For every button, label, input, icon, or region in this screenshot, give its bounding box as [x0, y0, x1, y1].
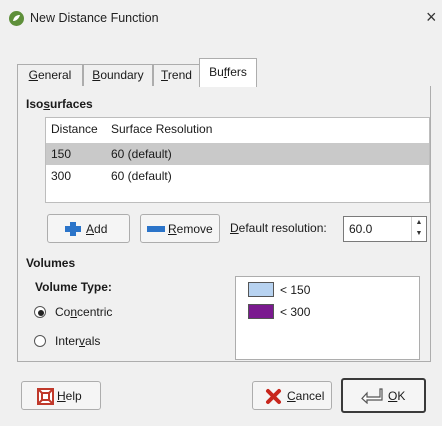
- tab-buffers-prefix: Bu: [209, 65, 224, 79]
- legend-swatch-150: [248, 282, 274, 297]
- volume-type-label: Volume Type:: [35, 280, 112, 294]
- default-resolution-spinbox[interactable]: 60.0 ▲ ▼: [343, 216, 427, 242]
- legend-swatch-300: [248, 304, 274, 319]
- tab-boundary-label: oundary: [100, 68, 144, 82]
- concentric-radio[interactable]: [34, 306, 46, 318]
- legend-label-300: < 300: [280, 305, 311, 319]
- resolution-cell: 60 (default): [111, 169, 172, 183]
- concentric-label[interactable]: Concentric: [55, 305, 112, 319]
- column-header-distance[interactable]: Distance: [51, 118, 98, 140]
- tab-general[interactable]: General: [17, 64, 83, 87]
- tab-trend-label: rend: [167, 68, 192, 82]
- remove-button[interactable]: Remove: [140, 214, 220, 243]
- minus-icon: [147, 226, 165, 232]
- app-leaf-icon: [9, 11, 24, 26]
- window-title: New Distance Function: [30, 11, 159, 25]
- add-button[interactable]: Add: [47, 214, 130, 243]
- distance-cell: 150: [51, 147, 72, 161]
- default-resolution-value[interactable]: 60.0: [349, 222, 372, 236]
- ok-button[interactable]: OK: [341, 378, 426, 413]
- volumes-heading: Volumes: [26, 256, 76, 270]
- tab-general-label: eneral: [37, 68, 72, 82]
- lifebuoy-icon: [37, 388, 54, 405]
- close-icon[interactable]: ×: [426, 8, 437, 26]
- spin-arrows[interactable]: ▲ ▼: [411, 217, 426, 241]
- plus-icon: [65, 222, 81, 236]
- help-button[interactable]: Help: [21, 381, 101, 410]
- intervals-label[interactable]: Intervals: [55, 334, 100, 348]
- enter-arrow-icon: [361, 388, 383, 404]
- tab-buffers-label: fers: [226, 65, 247, 79]
- resolution-cell: 60 (default): [111, 147, 172, 161]
- legend-label-150: < 150: [280, 283, 311, 297]
- isosurfaces-table[interactable]: Distance Surface Resolution 150 60 (defa…: [45, 117, 430, 203]
- intervals-radio[interactable]: [34, 335, 46, 347]
- cancel-button[interactable]: Cancel: [252, 381, 332, 410]
- table-row[interactable]: 150 60 (default): [46, 143, 429, 165]
- isosurfaces-heading: Isosurfaces: [26, 97, 93, 111]
- table-row[interactable]: 300 60 (default): [46, 165, 429, 187]
- volume-legend: < 150 < 300: [235, 276, 420, 360]
- spin-down-icon[interactable]: ▼: [412, 228, 426, 239]
- spin-up-icon[interactable]: ▲: [412, 217, 426, 228]
- column-header-surface-resolution[interactable]: Surface Resolution: [111, 118, 212, 140]
- tab-buffers[interactable]: Buffers: [199, 58, 257, 87]
- tab-general-mnemonic: G: [28, 68, 38, 82]
- default-resolution-label: Default resolution:: [230, 221, 327, 235]
- distance-cell: 300: [51, 169, 72, 183]
- cancel-x-icon: [266, 389, 281, 404]
- radio-checked-dot: [38, 310, 44, 316]
- tab-boundary[interactable]: Boundary: [83, 64, 153, 87]
- tab-trend[interactable]: Trend: [153, 64, 200, 87]
- tab-trend-mnemonic: T: [161, 68, 168, 82]
